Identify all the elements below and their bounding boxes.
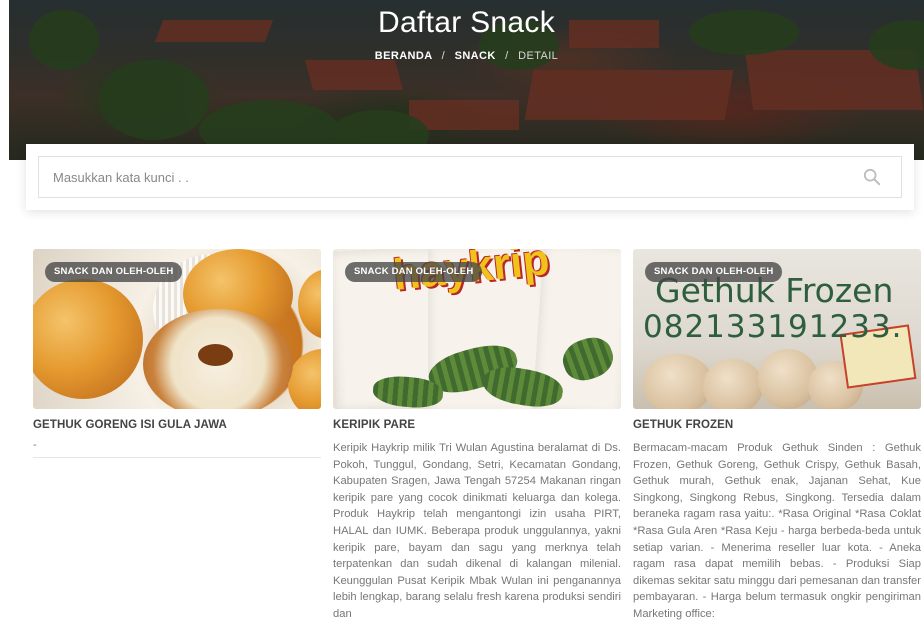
card-title[interactable]: KERIPIK PARE	[333, 419, 621, 431]
card-image[interactable]: haykrip SNACK DAN OLEH-OLEH	[333, 249, 621, 409]
category-badge[interactable]: SNACK DAN OLEH-OLEH	[645, 262, 783, 282]
category-badge[interactable]: SNACK DAN OLEH-OLEH	[45, 262, 183, 282]
breadcrumb: BERANDA / SNACK / DETAIL	[9, 50, 924, 62]
card-description: Keripik Haykrip milik Tri Wulan Agustina…	[333, 442, 621, 620]
search-input[interactable]	[53, 157, 833, 197]
card-title[interactable]: GETHUK FROZEN	[633, 419, 921, 431]
card-image[interactable]: Gethuk Frozen 082133191233. SNACK DAN OL…	[633, 249, 921, 409]
breadcrumb-separator: /	[441, 50, 446, 62]
category-badge[interactable]: SNACK DAN OLEH-OLEH	[345, 262, 483, 282]
image-caption-phone: 082133191233.	[643, 309, 903, 345]
search-icon[interactable]	[863, 168, 881, 186]
page-title: Daftar Snack	[377, 6, 555, 39]
hero-banner: Daftar Snack BERANDA / SNACK / DETAIL	[9, 0, 924, 160]
snack-card[interactable]: SNACK DAN OLEH-OLEH GETHUK GORENG ISI GU…	[33, 249, 321, 458]
breadcrumb-snack[interactable]: SNACK	[455, 50, 496, 62]
divider	[33, 457, 321, 458]
search-panel	[26, 144, 914, 210]
breadcrumb-home[interactable]: BERANDA	[375, 50, 432, 62]
card-description: -	[33, 439, 37, 451]
card-title[interactable]: GETHUK GORENG ISI GULA JAWA	[33, 419, 321, 431]
snack-card[interactable]: haykrip SNACK DAN OLEH-OLEH KERIPIK PARE…	[333, 249, 621, 623]
card-image[interactable]: SNACK DAN OLEH-OLEH	[33, 249, 321, 409]
breadcrumb-separator: /	[505, 50, 509, 62]
card-description: Bermacam-macam Produk Gethuk Sinden : Ge…	[633, 442, 921, 620]
search-box	[38, 156, 902, 198]
snack-card[interactable]: Gethuk Frozen 082133191233. SNACK DAN OL…	[633, 249, 921, 623]
breadcrumb-current: DETAIL	[518, 50, 559, 62]
